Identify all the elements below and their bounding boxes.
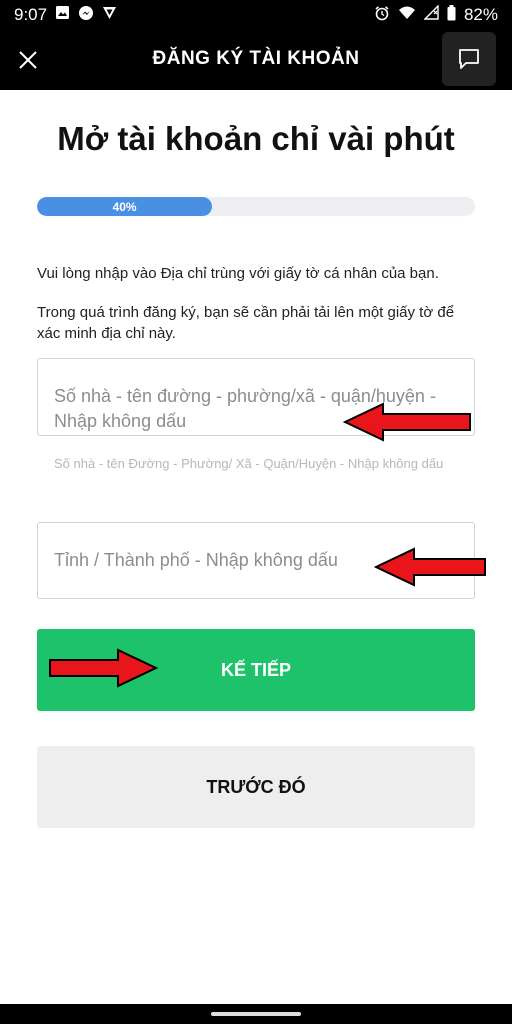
page-title: Mở tài khoản chỉ vài phút <box>57 120 455 157</box>
annotation-arrow-left-icon <box>343 402 471 442</box>
signal-icon <box>423 4 439 25</box>
info-text-1: Vui lòng nhập vào Địa chỉ trùng với giấy… <box>37 265 439 282</box>
image-icon <box>55 5 70 25</box>
chat-icon <box>459 49 479 69</box>
info-text-2: Trong quá trình đăng ký, bạn sẽ cần phải… <box>37 304 455 342</box>
city-placeholder: Tỉnh / Thành phố - Nhập không dấu <box>54 550 338 570</box>
previous-button[interactable]: TRƯỚC ĐÓ <box>37 746 475 828</box>
battery-level: 82% <box>463 5 498 24</box>
status-time: 9:07 <box>14 5 48 24</box>
address-helper-text: Số nhà - tên Đường - Phường/ Xã - Quận/H… <box>54 456 444 471</box>
messenger-icon <box>78 5 94 26</box>
app-title: ĐĂNG KÝ TÀI KHOẢN <box>152 48 360 69</box>
chat-button[interactable] <box>442 32 496 86</box>
progress-fill: 40% <box>37 197 213 216</box>
annotation-arrow-left-icon-2 <box>374 547 486 587</box>
home-indicator[interactable] <box>211 1012 301 1016</box>
progress-bar: 40% <box>37 197 475 216</box>
battery-icon <box>447 4 456 26</box>
alarm-icon <box>374 5 390 26</box>
app-bar: ĐĂNG KÝ TÀI KHOẢN <box>0 30 512 90</box>
annotation-arrow-right-icon <box>49 648 158 688</box>
vpn-icon <box>102 5 117 25</box>
status-bar: 9:07 82% <box>0 0 512 30</box>
wifi-icon <box>398 5 416 25</box>
